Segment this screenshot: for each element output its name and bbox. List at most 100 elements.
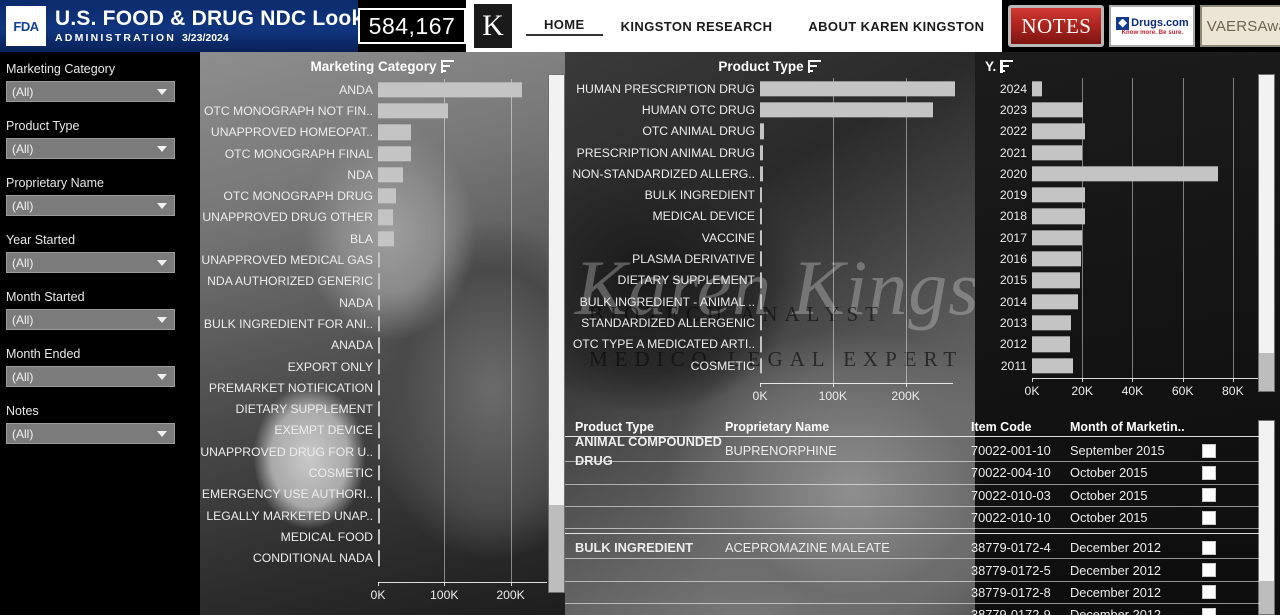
nav-item-about-karen-kingston[interactable]: ABOUT KAREN KINGSTON xyxy=(790,19,1002,34)
filter-select-1[interactable]: (All) xyxy=(6,138,175,159)
table-scrollbar[interactable] xyxy=(1258,420,1275,615)
chart-row[interactable]: 2017 xyxy=(980,227,1280,248)
chart-row[interactable]: COSMETIC xyxy=(565,355,975,376)
filter-select-6[interactable]: (All) xyxy=(6,423,175,444)
chart-bar[interactable] xyxy=(1032,123,1085,139)
chart-row[interactable]: COSMETIC xyxy=(200,462,565,483)
table-row[interactable]: ANIMAL COMPOUNDED DRUG BUPRENORPHINE 70022… xyxy=(565,434,1260,468)
chart-row[interactable]: UNAPPROVED DRUG FOR U.. xyxy=(200,441,565,462)
chart-bar[interactable] xyxy=(1032,166,1218,182)
kingston-logo-icon[interactable]: K xyxy=(474,4,512,48)
chart-row[interactable]: VACCINE xyxy=(565,227,975,248)
vaersaware-badge[interactable]: VAERSAware.com xyxy=(1200,5,1280,47)
cell-checkbox[interactable] xyxy=(1195,465,1223,480)
chart-bar[interactable] xyxy=(378,507,380,524)
chart-row[interactable]: HUMAN PRESCRIPTION DRUG xyxy=(565,78,975,99)
row-checkbox[interactable] xyxy=(1202,488,1216,503)
chart-bar[interactable] xyxy=(760,251,762,267)
chart-bar[interactable] xyxy=(760,187,762,203)
chart-row[interactable]: NON-STANDARDIZED ALLERG.. xyxy=(565,163,975,184)
chart-bar[interactable] xyxy=(1032,230,1083,246)
filter-select-3[interactable]: (All) xyxy=(6,252,175,273)
chart-row[interactable]: ANADA xyxy=(200,335,565,356)
row-checkbox[interactable] xyxy=(1202,607,1216,615)
chart-bar[interactable] xyxy=(760,315,762,331)
chart-row[interactable]: 2020 xyxy=(980,163,1280,184)
notes-badge[interactable]: NOTES xyxy=(1008,5,1105,47)
column-header-month-of-marketing[interactable]: Month of Marketin.. xyxy=(1070,420,1195,434)
chart-bar[interactable] xyxy=(378,81,523,98)
chart-row[interactable]: OTC TYPE A MEDICATED ARTI.. xyxy=(565,334,975,355)
table-row[interactable]: 38779-0172-8 December 2012 xyxy=(565,582,1260,603)
chart-bar[interactable] xyxy=(378,167,404,183)
chart-row[interactable]: 2012 xyxy=(980,334,1280,355)
chart-bar[interactable] xyxy=(760,166,764,182)
nav-item-home[interactable]: HOME xyxy=(526,17,603,36)
chart-row[interactable]: PREMARKET NOTIFICATION xyxy=(200,377,565,398)
chart-bar[interactable] xyxy=(760,208,762,225)
chart-bar[interactable] xyxy=(378,401,380,417)
chart-row[interactable]: 2018 xyxy=(980,206,1280,227)
chart-bar[interactable] xyxy=(378,252,380,268)
chart-bar[interactable] xyxy=(760,230,762,246)
chart-bar[interactable] xyxy=(1032,102,1084,118)
chart-row[interactable]: BULK INGREDIENT FOR ANI.. xyxy=(200,313,565,334)
row-checkbox[interactable] xyxy=(1202,443,1216,458)
chart-row[interactable]: EXPORT ONLY xyxy=(200,356,565,377)
chart-row[interactable]: 2021 xyxy=(980,142,1280,163)
chart-row[interactable]: OTC MONOGRAPH NOT FIN.. xyxy=(200,100,565,121)
chart-bar[interactable] xyxy=(378,209,393,226)
chart-row[interactable]: UNAPPROVED HOMEOPAT.. xyxy=(200,122,565,143)
chart-row[interactable]: BULK INGREDIENT - ANIMAL .. xyxy=(565,291,975,312)
table-row[interactable]: 38779-0172-9 December 2012 xyxy=(565,604,1260,615)
chart-bar[interactable] xyxy=(378,316,380,332)
chart-bar[interactable] xyxy=(1032,357,1074,374)
chart-row[interactable]: UNAPPROVED MEDICAL GAS xyxy=(200,249,565,270)
filter-select-4[interactable]: (All) xyxy=(6,309,175,330)
chart-bar[interactable] xyxy=(378,337,380,353)
chart-row[interactable]: MEDICAL DEVICE xyxy=(565,206,975,227)
chart-row[interactable]: 2015 xyxy=(980,270,1280,291)
chart-row[interactable]: STANDARDIZED ALLERGENIC xyxy=(565,312,975,333)
table-row[interactable]: 70022-010-10 October 2015 xyxy=(565,507,1260,528)
chart-bar[interactable] xyxy=(1032,187,1085,203)
chart-bar[interactable] xyxy=(760,102,934,118)
chart-bar[interactable] xyxy=(1032,315,1071,331)
row-checkbox[interactable] xyxy=(1202,563,1216,578)
cell-checkbox[interactable] xyxy=(1195,563,1223,578)
chart-bar[interactable] xyxy=(378,145,412,162)
chart-bar[interactable] xyxy=(1032,80,1043,97)
cell-checkbox[interactable] xyxy=(1195,488,1223,503)
chart-marketing-category[interactable]: Marketing Category ANDA OTC MONOGRAPH NOT… xyxy=(200,56,565,615)
chart-row[interactable]: OTC MONOGRAPH DRUG xyxy=(200,185,565,206)
nav-item-kingston-research[interactable]: KINGSTON RESEARCH xyxy=(603,19,791,34)
row-checkbox[interactable] xyxy=(1202,540,1216,555)
chart-bar[interactable] xyxy=(1032,144,1083,161)
scrollbar-thumb[interactable] xyxy=(549,75,564,505)
chart-bar[interactable] xyxy=(378,103,448,119)
chart-row[interactable]: UNAPPROVED DRUG OTHER xyxy=(200,207,565,228)
chart-bar[interactable] xyxy=(378,358,380,375)
chart-row[interactable]: EXEMPT DEVICE xyxy=(200,420,565,441)
chart-row[interactable]: CONDITIONAL NADA xyxy=(200,548,565,569)
chart-bar[interactable] xyxy=(1032,336,1070,352)
cell-checkbox[interactable] xyxy=(1195,585,1223,600)
cell-checkbox[interactable] xyxy=(1195,443,1223,458)
chart-row[interactable]: PLASMA DERIVATIVE xyxy=(565,248,975,269)
row-checkbox[interactable] xyxy=(1202,585,1216,600)
chart-row[interactable]: 2013 xyxy=(980,312,1280,333)
chart-row[interactable]: 2023 xyxy=(980,99,1280,120)
chart-bar[interactable] xyxy=(760,272,762,288)
chart-product-type[interactable]: Product Type HUMAN PRESCRIPTION DRUG HUMA… xyxy=(565,56,975,456)
sort-icon[interactable] xyxy=(1000,59,1014,73)
chart-bar[interactable] xyxy=(760,80,956,97)
chart-bar[interactable] xyxy=(378,550,380,566)
chart-bar[interactable] xyxy=(378,124,412,140)
chart-row[interactable]: BLA xyxy=(200,228,565,249)
chart-row[interactable]: EMERGENCY USE AUTHORI.. xyxy=(200,484,565,505)
drugs-com-badge[interactable]: Drugs.com Know more. Be sure. xyxy=(1109,5,1196,47)
chart-row[interactable]: LEGALLY MARKETED UNAP.. xyxy=(200,505,565,526)
row-checkbox[interactable] xyxy=(1202,510,1216,525)
chart-bar[interactable] xyxy=(378,231,394,247)
chart-bar[interactable] xyxy=(1032,293,1079,310)
